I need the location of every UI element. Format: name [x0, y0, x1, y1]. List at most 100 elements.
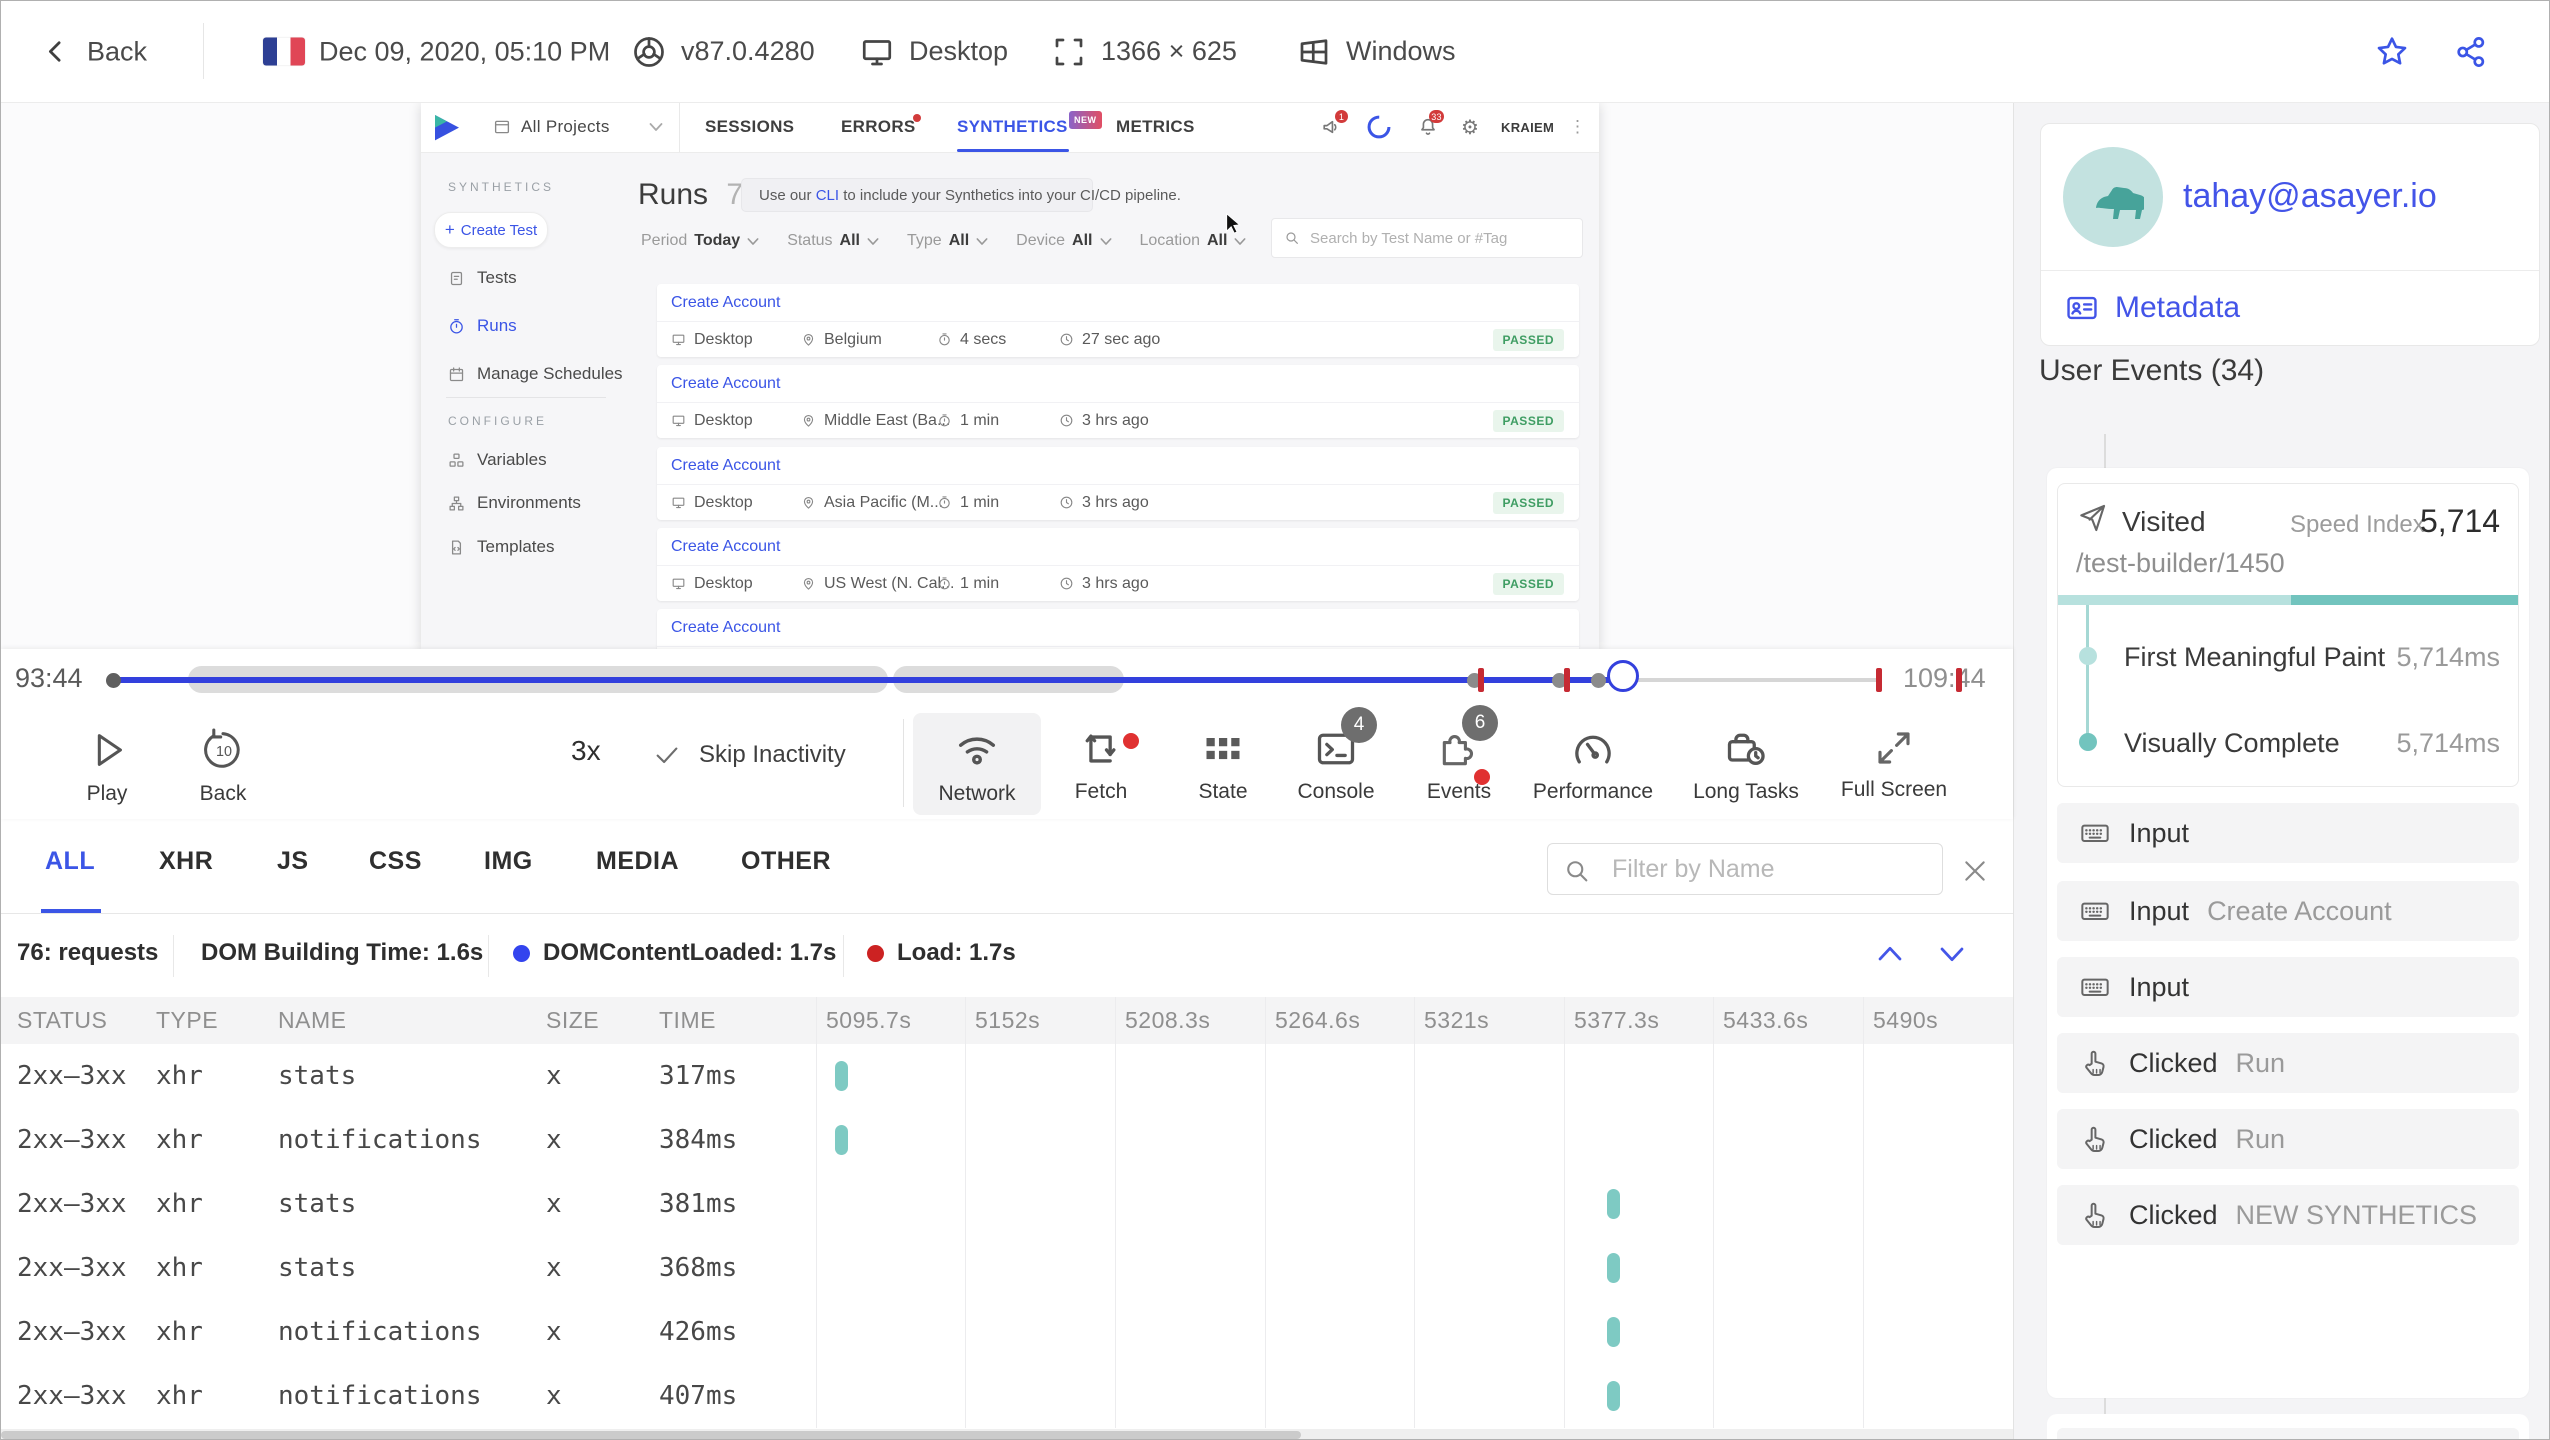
visited-card[interactable]: Visited Speed Index 5,714 /test-builder/…	[2057, 483, 2519, 787]
replay-stage[interactable]: All Projects SESSIONS ERRORS SYNTHETICS …	[1, 102, 2013, 649]
events-button[interactable]: Events	[1394, 727, 1524, 804]
timeline-track-remaining[interactable]	[1625, 678, 1879, 682]
filter-by-name-input[interactable]	[1547, 843, 1943, 895]
sidebar-divider	[446, 397, 606, 398]
favorite-button[interactable]	[2373, 33, 2411, 71]
event-item-input[interactable]: Input Create Account	[2057, 881, 2519, 941]
network-row[interactable]: 2xx–3xx xhr stats x 381ms	[1, 1172, 2013, 1236]
event-item-click[interactable]: Clicked NEW SYNTHETICS	[2057, 1185, 2519, 1245]
sidebar-section-synthetics: SYNTHETICS	[448, 180, 555, 194]
playhead-handle[interactable]	[1607, 660, 1639, 692]
run-ago: 27 sec ago	[1059, 331, 1160, 349]
user-events-title: User Events (34)	[2039, 354, 2265, 387]
long-tasks-button[interactable]: Long Tasks	[1681, 727, 1811, 804]
load-dot	[867, 945, 884, 962]
fetch-button[interactable]: Fetch	[1036, 727, 1166, 804]
metadata-label: Metadata	[2115, 291, 2241, 324]
network-row[interactable]: 2xx–3xx xhr stats x 368ms	[1, 1236, 2013, 1300]
gear-icon: ⚙	[1461, 116, 1480, 139]
skip-inactivity-toggle[interactable]: Skip Inactivity	[653, 741, 846, 769]
user-email-link[interactable]: tahay@asayer.io	[2183, 177, 2437, 216]
run-duration: 1 min	[937, 412, 999, 430]
console-badge: 4	[1341, 707, 1377, 743]
tab-other[interactable]: OTHER	[741, 847, 831, 876]
long-tasks-label: Long Tasks	[1693, 780, 1799, 803]
keyboard-icon	[2081, 824, 2109, 842]
create-test-label: Create Test	[460, 221, 538, 239]
network-row[interactable]: 2xx–3xx xhr notifications x 384ms	[1, 1108, 2013, 1172]
keyboard-icon	[2081, 902, 2109, 920]
session-resolution: 1366 × 625	[1051, 34, 1237, 70]
app-navbar: All Projects SESSIONS ERRORS SYNTHETICS …	[421, 102, 1599, 153]
tab-js[interactable]: JS	[277, 847, 309, 876]
performance-button[interactable]: Performance	[1528, 727, 1658, 804]
banner-text: Use our CLI to include your Synthetics i…	[759, 186, 1181, 204]
close-panel-button[interactable]	[1959, 855, 1991, 887]
network-table-header: STATUS TYPE NAME SIZE TIME 5095.7s 5152s…	[1, 997, 2013, 1044]
timeline-track-played[interactable]	[113, 677, 1625, 683]
timeline-error-marker[interactable]	[1564, 668, 1570, 692]
tab-img[interactable]: IMG	[484, 847, 533, 876]
sidebar-item-templates: Templates	[448, 537, 554, 557]
play-button[interactable]: Play	[42, 727, 172, 806]
event-item-partial	[2057, 1428, 2519, 1439]
state-button[interactable]: State	[1158, 727, 1288, 804]
run-name-link: Create Account	[671, 537, 781, 555]
tab-css[interactable]: CSS	[369, 847, 422, 876]
run-duration: 1 min	[937, 575, 999, 593]
kebab-menu-icon: ⋮	[1569, 117, 1587, 136]
nav-divider	[679, 102, 680, 152]
event-item-click[interactable]: Clicked Run	[2057, 1109, 2519, 1169]
event-item-input[interactable]: Input	[2057, 803, 2519, 863]
console-label: Console	[1297, 780, 1375, 803]
id-card-icon	[2067, 296, 2097, 320]
timeline-event-dot[interactable]	[1591, 673, 1606, 688]
speed-button[interactable]: 3x	[571, 735, 601, 767]
console-button[interactable]: Console	[1271, 727, 1401, 804]
fetch-alert-dot	[1123, 733, 1139, 749]
filter-period: Period Today	[641, 232, 759, 250]
back-10s-button[interactable]: 10 Back	[158, 727, 288, 806]
event-item-click[interactable]: Clicked Run	[2057, 1033, 2519, 1093]
speed-index-value: 5,714	[2420, 503, 2501, 539]
network-row[interactable]: 2xx–3xx xhr notifications x 426ms	[1, 1300, 2013, 1364]
network-row[interactable]: 2xx–3xx xhr stats x 317ms	[1, 1044, 2013, 1108]
next-events-group-partial	[2047, 1414, 2529, 1439]
jump-next-button[interactable]	[1935, 937, 1969, 971]
events-sidebar: tahay@asayer.io Metadata User Events (34…	[2013, 102, 2549, 1439]
session-browser: v87.0.4280	[631, 34, 815, 70]
cli-link: CLI	[815, 186, 840, 204]
app-search-input: Search by Test Name or #Tag	[1271, 218, 1583, 258]
tab-media[interactable]: MEDIA	[596, 847, 679, 876]
fmp-label: First Meaningful Paint	[2124, 642, 2386, 672]
summary-divider	[843, 935, 844, 977]
sidebar-item-schedules: Manage Schedules	[448, 364, 623, 384]
timeline-error-marker[interactable]	[1876, 668, 1882, 692]
run-card: Create Account Desktop US West (N. Cal..…	[657, 528, 1579, 601]
tab-xhr[interactable]: XHR	[159, 847, 213, 876]
play-label: Play	[86, 782, 128, 805]
share-button[interactable]	[2453, 34, 2489, 70]
tab-all[interactable]: ALL	[45, 847, 95, 876]
back-button[interactable]: Back	[41, 36, 147, 67]
event-item-input[interactable]: Input	[2057, 957, 2519, 1017]
timeline-error-marker[interactable]	[1478, 668, 1484, 692]
network-label: Network	[938, 782, 1016, 805]
browser-version: v87.0.4280	[681, 36, 815, 66]
request-timing-bar	[835, 1125, 848, 1155]
timeline-error-marker[interactable]	[1956, 668, 1962, 692]
run-name-link: Create Account	[671, 374, 781, 392]
time-col-1: 5152s	[975, 1007, 1041, 1033]
horizontal-scrollbar[interactable]	[1, 1429, 2013, 1439]
full-screen-button[interactable]: Full Screen	[1829, 727, 1959, 802]
network-button[interactable]: Network	[912, 727, 1042, 806]
metadata-button[interactable]: Metadata	[2041, 270, 2539, 345]
requests-count: 76: requests	[17, 939, 159, 966]
network-row[interactable]: 2xx–3xx xhr notifications x 407ms	[1, 1364, 2013, 1428]
jump-previous-button[interactable]	[1873, 937, 1907, 971]
run-status-badge: PASSED	[1492, 573, 1564, 595]
avatar	[2063, 147, 2163, 247]
scrollbar-thumb[interactable]	[1, 1431, 1301, 1439]
monitor-icon	[859, 34, 895, 70]
event-connector	[2104, 1398, 2106, 1414]
